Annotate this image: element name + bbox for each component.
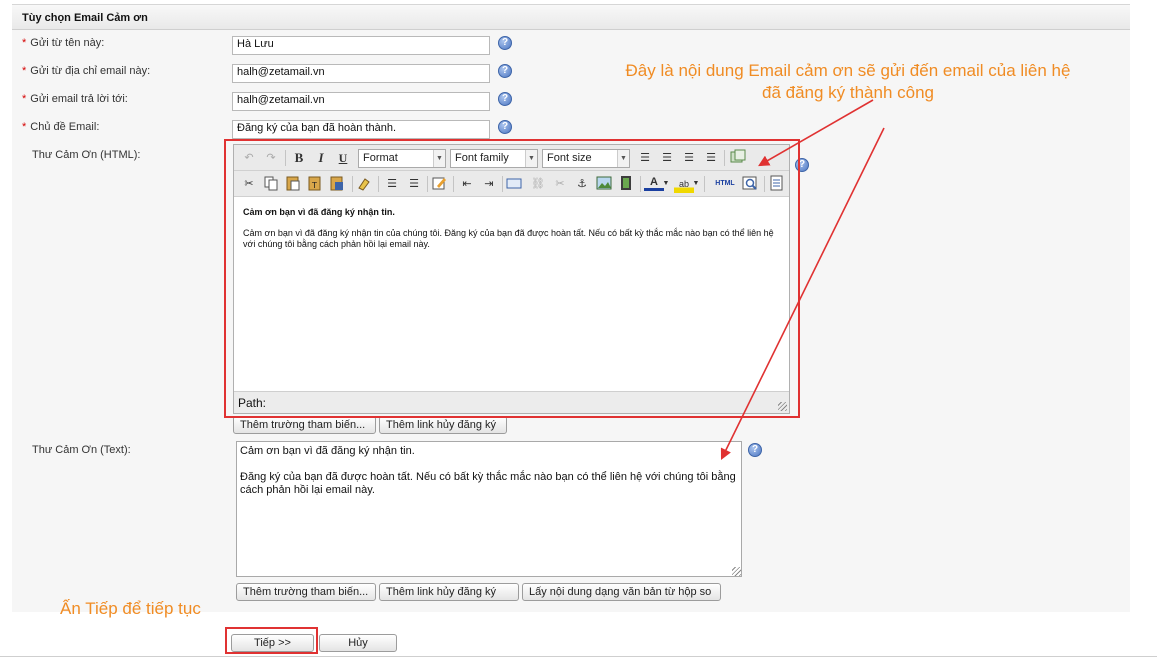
arrow-to-text-editor [720, 127, 885, 461]
annotation-arrows [720, 99, 885, 461]
arrow-to-html-editor [758, 99, 874, 167]
